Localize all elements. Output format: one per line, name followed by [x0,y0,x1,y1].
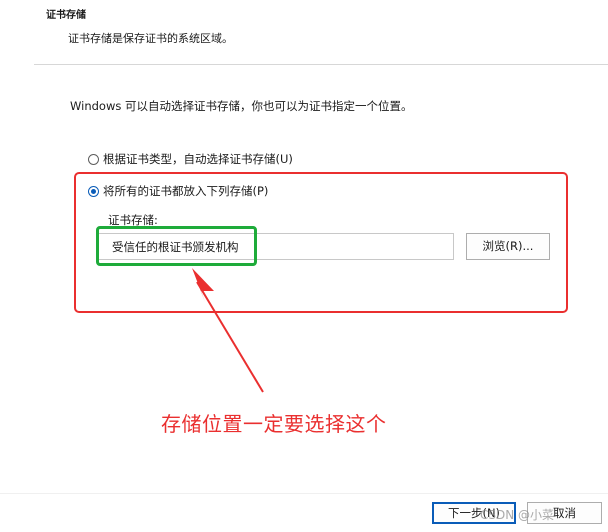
auto-select-store-option[interactable]: 根据证书类型，自动选择证书存储(U) [88,151,293,167]
annotation-store-highlight [96,226,257,266]
watermark: CSDN @小菜 [480,508,555,522]
header-divider [34,64,608,65]
certificate-import-wizard-page: 证书存储 证书存储是保存证书的系统区域。 Windows 可以自动选择证书存储，… [0,0,608,532]
auto-select-radio-button[interactable] [88,153,99,165]
wizard-heading: 证书存储 [46,10,86,21]
auto-select-label: 根据证书类型，自动选择证书存储(U) [103,152,293,166]
annotation-text: 存储位置一定要选择这个 [161,412,387,436]
intro-text: Windows 可以自动选择证书存储，你也可以为证书指定一个位置。 [70,99,413,113]
footer-divider [0,493,608,494]
wizard-subheading: 证书存储是保存证书的系统区域。 [68,32,233,45]
